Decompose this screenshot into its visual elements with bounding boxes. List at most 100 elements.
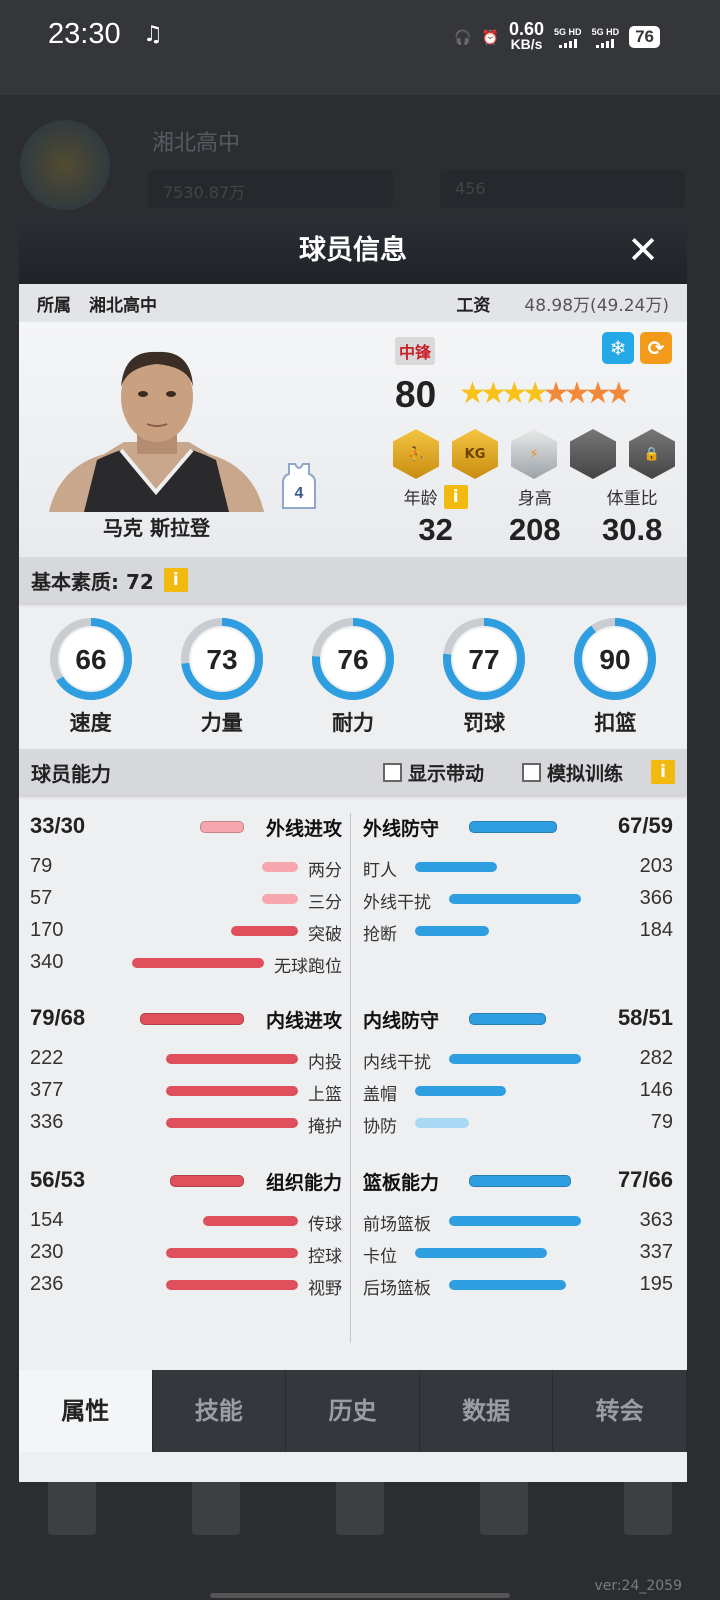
right-label: 后场篮板: [363, 1279, 431, 1299]
info-icon[interactable]: i: [651, 760, 675, 784]
star-rating: ★★★★★★★★: [459, 376, 632, 412]
affiliation-label: 所属: [37, 295, 71, 316]
coin-counter: 7530.87万: [148, 170, 393, 208]
signal-icon-1: 5G HD: [554, 27, 582, 48]
left-value: 56/53: [30, 1167, 86, 1192]
tab-2[interactable]: 历史: [286, 1370, 420, 1452]
left-label: 内投: [308, 1053, 342, 1073]
jersey-icon: 4: [282, 463, 316, 509]
swap-icon[interactable]: ⟳: [640, 332, 672, 364]
right-value: 146: [639, 1079, 673, 1101]
defense-bar: [415, 926, 489, 936]
right-value: 184: [639, 919, 673, 941]
physical-attributes: 年龄 i 32 身高 208 体重比 30.8: [383, 484, 683, 551]
headphones-icon: 🎧: [454, 28, 472, 45]
gauge-2: 76 耐力: [309, 615, 397, 737]
left-label: 三分: [308, 893, 342, 913]
tab-0[interactable]: 属性: [19, 1370, 153, 1452]
background-school-name: 湘北高中: [152, 131, 241, 156]
gauge-ring: 66: [49, 618, 132, 700]
age-label: 年龄: [403, 489, 438, 509]
close-icon[interactable]: ✕: [627, 230, 659, 270]
player-avatar: [49, 351, 264, 512]
attack-bar: [202, 1216, 298, 1226]
ability-row: 336 掩护 协防 79: [19, 1107, 687, 1139]
gauge-1: 73 力量: [178, 615, 266, 737]
star-icon: ★: [563, 376, 591, 411]
defense-bar: [415, 1086, 507, 1096]
sim-training-checkbox[interactable]: 模拟训练: [521, 759, 623, 786]
right-label: 协防: [363, 1117, 397, 1137]
right-label: 外线防守: [363, 818, 440, 840]
gauge-label: 力量: [200, 711, 243, 735]
player-badge-icon[interactable]: ⛹: [393, 429, 439, 479]
badge-row: ⛹ KG ⚡ 🔒: [393, 429, 675, 479]
tab-1[interactable]: 技能: [153, 1370, 287, 1452]
left-label: 掩护: [308, 1117, 342, 1137]
team-logo: [20, 120, 110, 210]
ability-group-row: 33/30 外线进攻 外线防守 67/59: [19, 811, 687, 843]
left-label: 内线进攻: [265, 1010, 342, 1032]
left-value: 57: [30, 887, 53, 909]
left-value: 79/68: [30, 1005, 86, 1030]
attack-bar: [132, 958, 264, 968]
right-label: 外线干扰: [363, 893, 431, 913]
height-value: 208: [508, 512, 561, 547]
ability-row: 79 两分 盯人 203: [19, 851, 687, 883]
ability-row: 236 视野 后场篮板 195: [19, 1269, 687, 1301]
right-label: 盖帽: [363, 1085, 397, 1105]
lightning-badge-icon[interactable]: ⚡: [511, 429, 557, 479]
left-value: 230: [30, 1241, 64, 1263]
left-value: 336: [30, 1111, 64, 1133]
right-label: 卡位: [363, 1247, 397, 1267]
ability-label: 球员能力: [31, 761, 111, 786]
kg-badge-icon[interactable]: KG: [452, 429, 498, 479]
gem-counter: 456: [440, 170, 685, 208]
music-note-icon: ♫: [143, 22, 163, 47]
left-label: 视野: [308, 1279, 342, 1299]
defense-bar: [415, 1118, 470, 1128]
left-label: 传球: [308, 1215, 342, 1235]
show-boost-checkbox[interactable]: 显示带动: [382, 759, 484, 786]
star-icon: ★: [605, 376, 632, 411]
lock-icon[interactable]: 🔒: [629, 429, 675, 479]
attack-bar: [200, 821, 244, 833]
right-value: 195: [639, 1273, 673, 1295]
info-icon[interactable]: i: [443, 484, 468, 509]
ability-row: 154 传球 前场篮板 363: [19, 1205, 687, 1237]
alarm-icon: ⏰: [481, 28, 499, 45]
network-speed: 0.60 KB/s: [509, 19, 545, 52]
left-value: 154: [30, 1209, 64, 1231]
left-value: 170: [30, 919, 64, 941]
checkbox-icon: [382, 762, 402, 782]
defense-bar: [449, 1280, 567, 1290]
right-label: 内线干扰: [363, 1053, 431, 1073]
defense-bar: [469, 1013, 546, 1025]
jersey-number: 4: [295, 485, 304, 502]
basic-quality-header: 基本素质: 72 i: [19, 557, 687, 603]
basic-quality-label: 基本素质: 72: [31, 569, 154, 594]
gauge-label: 罚球: [463, 711, 506, 735]
tab-3[interactable]: 数据: [420, 1370, 554, 1452]
affiliation-row: 所属 湘北高中 工资 48.98万(49.24万): [19, 284, 687, 322]
tab-4[interactable]: 转会: [553, 1370, 687, 1452]
gauge-label: 扣篮: [594, 711, 637, 735]
info-icon[interactable]: i: [163, 568, 188, 592]
gauge-3: 77 罚球: [440, 615, 528, 737]
right-label: 内线防守: [363, 1010, 440, 1032]
left-label: 组织能力: [265, 1172, 342, 1194]
star-icon: ★: [521, 376, 549, 411]
attack-bar: [166, 1118, 298, 1128]
gauge-value: 73: [206, 644, 237, 675]
ability-header: 球员能力 显示带动 模拟训练 i: [19, 749, 687, 795]
tab-bar: 属性 技能 历史 数据 转会: [19, 1370, 687, 1452]
snowflake-icon[interactable]: ❄: [602, 332, 634, 364]
right-value: 366: [639, 887, 673, 909]
left-label: 两分: [308, 861, 342, 881]
attack-bar: [166, 1248, 298, 1258]
attack-bar: [166, 1086, 298, 1096]
left-value: 33/30: [30, 813, 86, 838]
empty-badge-icon[interactable]: [570, 429, 616, 479]
right-value: 79: [650, 1111, 673, 1133]
age-value: 32: [418, 512, 453, 547]
